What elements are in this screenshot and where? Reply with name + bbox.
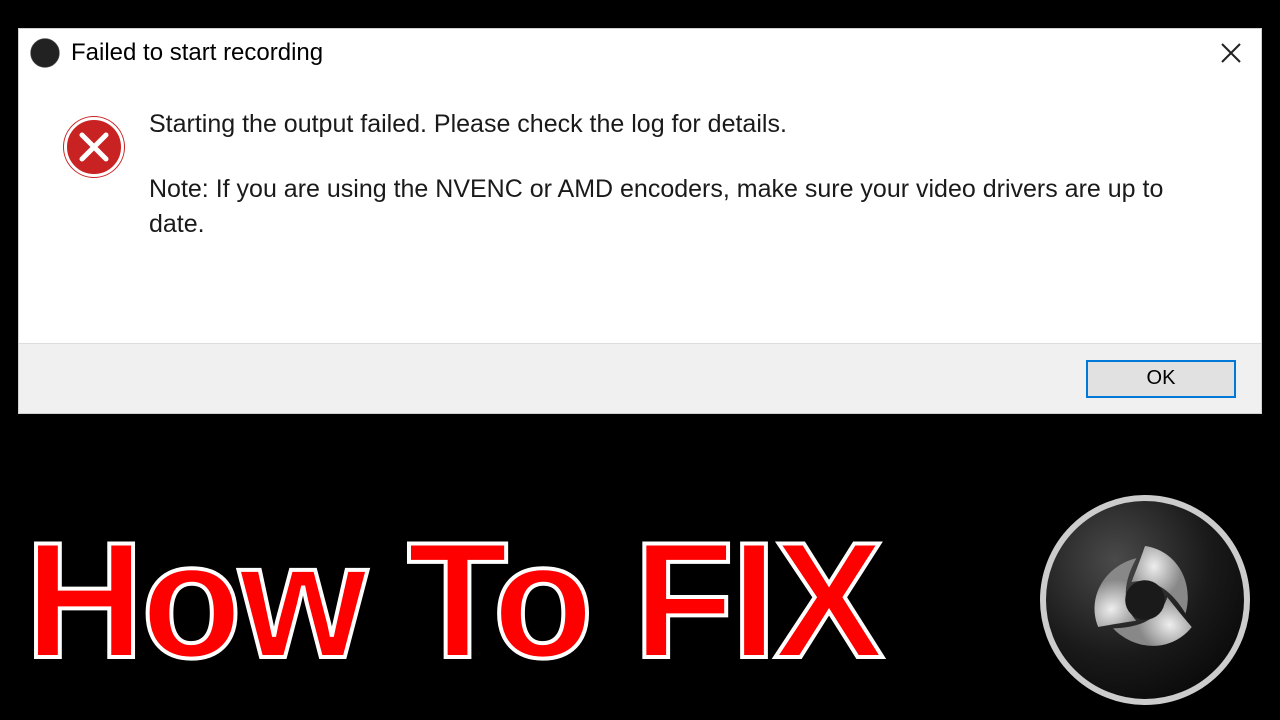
dialog-message-main: Starting the output failed. Please check…	[149, 107, 1221, 142]
obs-logo-large	[1035, 490, 1255, 710]
ok-button[interactable]: OK	[1086, 360, 1236, 398]
dialog-messages: Starting the output failed. Please check…	[149, 107, 1241, 242]
dialog-titlebar: Failed to start recording	[19, 29, 1261, 77]
dialog-body: Starting the output failed. Please check…	[19, 77, 1261, 262]
close-button[interactable]	[1211, 33, 1251, 73]
thumbnail-banner: How To FIX	[0, 490, 1280, 710]
error-icon	[64, 117, 124, 177]
dialog-title: Failed to start recording	[71, 39, 1211, 67]
error-icon-container	[39, 107, 149, 242]
dialog-message-note: Note: If you are using the NVENC or AMD …	[149, 172, 1221, 242]
error-dialog: Failed to start recording Starting the o…	[18, 28, 1262, 414]
dialog-footer: OK	[19, 343, 1261, 413]
banner-text: How To FIX	[25, 518, 881, 683]
close-icon	[1220, 42, 1242, 64]
obs-app-icon	[29, 37, 61, 69]
